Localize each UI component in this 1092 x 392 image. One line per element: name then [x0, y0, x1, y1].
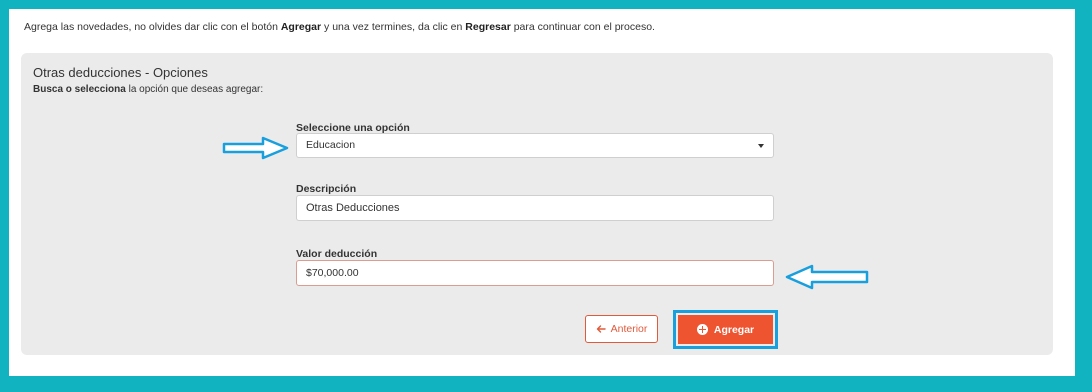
instructions-regresar: Regresar: [465, 21, 511, 33]
description-input[interactable]: Otras Deducciones: [296, 195, 774, 221]
panel-subtitle-bold: Busca o selecciona: [33, 84, 126, 95]
agregar-highlight: Agregar: [673, 310, 778, 349]
panel-subtitle: Busca o selecciona la opción que deseas …: [33, 84, 263, 95]
anterior-button[interactable]: Anterior: [585, 315, 658, 343]
agregar-button[interactable]: Agregar: [678, 315, 773, 344]
anterior-label: Anterior: [610, 323, 648, 335]
option-select-value: Educacion: [306, 139, 356, 151]
valor-input[interactable]: $70,000.00: [296, 260, 774, 286]
option-select[interactable]: Educacion: [296, 133, 774, 158]
instructions-part-2: y una vez termines, da clic en: [321, 21, 466, 33]
panel-subtitle-rest: la opción que deseas agregar:: [125, 84, 264, 95]
arrow-left-icon: [596, 325, 606, 333]
annotation-arrow-icon: [222, 136, 289, 160]
agregar-label: Agregar: [713, 323, 755, 336]
annotation-arrow-icon: [785, 264, 869, 290]
description-label: Descripción: [296, 183, 357, 195]
instructions-text: Agrega las novedades, no olvides dar cli…: [24, 21, 655, 33]
instructions-part-1: Agrega las novedades, no olvides dar cli…: [24, 21, 281, 33]
instructions-agregar: Agregar: [280, 21, 322, 33]
options-panel: Otras deducciones - Opciones Busca o sel…: [21, 53, 1053, 355]
panel-title: Otras deducciones - Opciones: [33, 65, 208, 80]
chevron-down-icon: [758, 144, 764, 148]
valor-label: Valor deducción: [296, 248, 378, 260]
instructions-part-3: para continuar con el proceso.: [510, 21, 655, 33]
plus-circle-icon: [696, 324, 708, 335]
content-frame: Agrega las novedades, no olvides dar cli…: [9, 9, 1075, 376]
